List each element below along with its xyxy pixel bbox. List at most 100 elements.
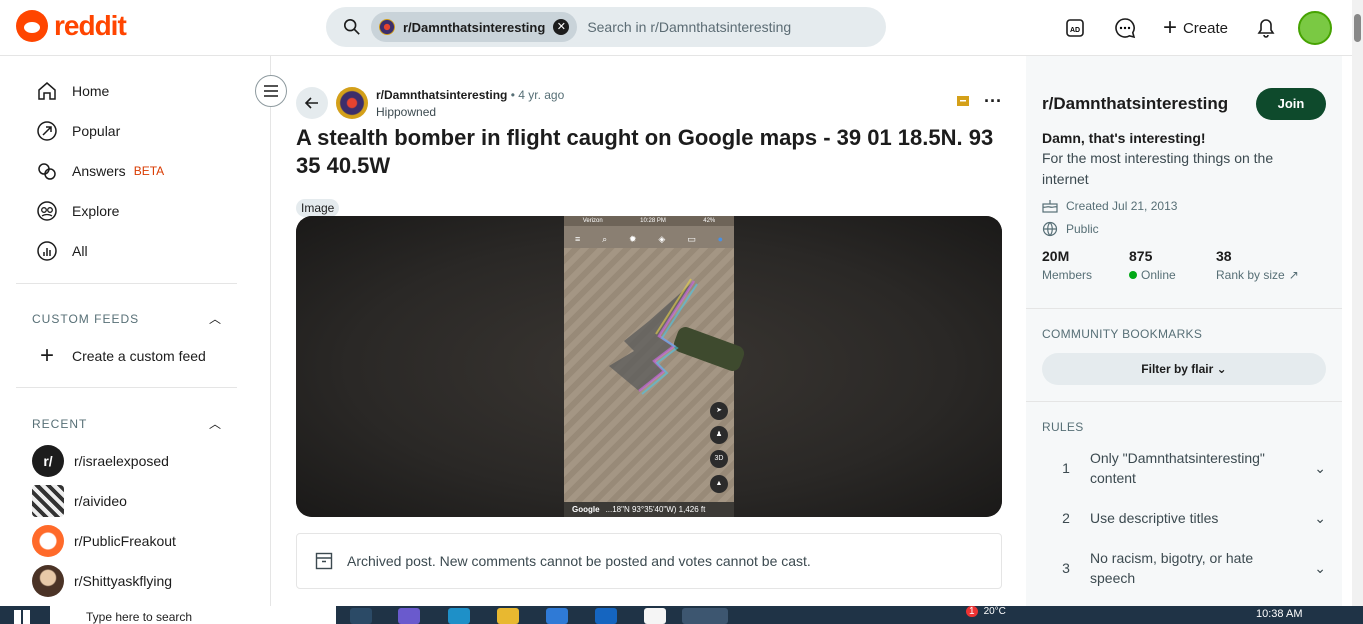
recent-item-israelexposed[interactable]: r/ r/israelexposed: [32, 445, 169, 477]
sidebar-item-label: Home: [72, 83, 110, 99]
recent-item-label: r/Shittyaskflying: [74, 573, 173, 589]
chevron-down-icon: ⌄: [1216, 362, 1227, 376]
stat-rank[interactable]: 38 Rank by size ↗: [1216, 248, 1303, 282]
post-image[interactable]: Verizon 10:28 PM 42% ≡ ⌕ ✹ ◈ ▭ ● ➤ ♟ 3D …: [296, 216, 1002, 517]
compass-icon: ▲: [710, 475, 728, 493]
recent-item-publicfreakout[interactable]: r/PublicFreakout: [32, 525, 176, 557]
filter-by-flair-button[interactable]: Filter by flair ⌄: [1042, 353, 1326, 385]
create-feed-label: Create a custom feed: [72, 348, 206, 364]
page-scrollbar[interactable]: [1352, 0, 1363, 606]
community-stats: 20M Members 875 Online 38 Rank by size ↗: [1042, 248, 1303, 282]
outlook-icon[interactable]: [595, 608, 617, 624]
collapse-sidebar-button[interactable]: [255, 75, 287, 107]
google-brand: Google: [572, 505, 600, 514]
task-view-icon[interactable]: [350, 608, 372, 624]
subreddit-avatar: [32, 525, 64, 557]
windows-start-icon[interactable]: [14, 610, 30, 624]
weather-badge[interactable]: 1 20°C: [966, 606, 1006, 617]
search-bar[interactable]: r/Damnthatsinteresting ✕ Search in r/Dam…: [326, 7, 886, 47]
taskbar-search[interactable]: Type here to search: [50, 606, 336, 624]
sidebar-item-label: Popular: [72, 123, 121, 139]
edge-icon[interactable]: [448, 608, 470, 624]
stat-label: Members: [1042, 268, 1093, 282]
all-icon: [37, 241, 57, 261]
stat-label-row: Rank by size ↗: [1216, 268, 1303, 282]
file-explorer-icon[interactable]: [497, 608, 519, 624]
clear-scope-icon[interactable]: ✕: [553, 19, 570, 35]
section-title: RECENT: [32, 416, 88, 431]
visibility-label: Public: [1066, 222, 1099, 236]
rule-item[interactable]: 2 Use descriptive titles ⌄: [1042, 508, 1326, 528]
back-button[interactable]: [296, 87, 328, 119]
community-sidebar: r/Damnthatsinteresting Join Damn, that's…: [1026, 56, 1342, 606]
recent-item-shittyaskflying[interactable]: r/Shittyaskflying: [32, 565, 172, 597]
status-time: 10:28 PM: [640, 218, 666, 224]
sidebar-item-home[interactable]: Home: [16, 71, 237, 111]
3d-button: 3D: [710, 450, 728, 468]
rule-item[interactable]: 3 No racism, bigotry, or hate speech ⌄: [1042, 548, 1326, 588]
rule-text: Only "Damnthatsinteresting" content: [1090, 450, 1265, 486]
globe-icon: [1042, 221, 1058, 237]
community-name[interactable]: r/Damnthatsinteresting: [1042, 94, 1228, 114]
store-icon[interactable]: [546, 608, 568, 624]
recent-header[interactable]: RECENT ︿: [32, 415, 222, 432]
chrome-icon[interactable]: [682, 608, 728, 624]
reddit-logo[interactable]: reddit: [16, 10, 127, 42]
sidebar-item-label: All: [72, 243, 88, 259]
notifications-bell-icon[interactable]: [1248, 10, 1284, 46]
post-time: • 4 yr. ago: [510, 88, 565, 102]
visibility: Public: [1042, 221, 1099, 237]
temperature: 20°C: [983, 606, 1006, 617]
rule-number: 3: [1062, 560, 1070, 576]
create-custom-feed-button[interactable]: + Create a custom feed: [16, 336, 237, 376]
custom-feeds-header[interactable]: CUSTOM FEEDS ︿: [32, 310, 222, 327]
layers-icon: ◈: [658, 233, 666, 244]
coords-readout: ...18"N 93°35'40"W) 1,426 ft: [605, 505, 706, 514]
cake-icon: [1042, 200, 1058, 213]
app-icon[interactable]: [644, 608, 666, 624]
chat-icon[interactable]: [1107, 10, 1143, 46]
scroll-thumb[interactable]: [1354, 14, 1361, 42]
search-icon: [343, 18, 360, 35]
divider: [16, 387, 237, 388]
logo-text: reddit: [54, 10, 127, 41]
chevron-down-icon: ⌄: [1314, 559, 1326, 576]
join-button[interactable]: Join: [1256, 88, 1326, 120]
sidebar-item-answers[interactable]: Answers BETA: [16, 151, 237, 191]
more-options-icon[interactable]: ···: [984, 92, 1002, 110]
recent-item-label: r/israelexposed: [74, 453, 169, 469]
location-arrow-icon: ➤: [710, 402, 728, 420]
create-post-button[interactable]: + Create: [1157, 10, 1234, 46]
user-avatar[interactable]: [1298, 11, 1332, 45]
subreddit-avatar[interactable]: [336, 87, 368, 119]
rule-text: No racism, bigotry, or hate speech: [1090, 550, 1254, 586]
plus-icon: +: [1162, 14, 1177, 41]
arrow-left-icon: [304, 97, 318, 109]
search-icon: ⌕: [602, 233, 608, 244]
phone-status-bar: Verizon 10:28 PM 42%: [564, 216, 734, 226]
sidebar-item-all[interactable]: All: [16, 231, 237, 271]
archived-text: Archived post. New comments cannot be po…: [347, 553, 811, 569]
subreddit-avatar: [32, 565, 64, 597]
stat-label-row: Online: [1129, 268, 1216, 282]
left-sidebar: Home Popular Answers BETA Explore All CU…: [0, 56, 271, 606]
subreddit-link[interactable]: r/Damnthatsinteresting: [376, 88, 507, 102]
advertise-icon[interactable]: AD: [1057, 10, 1093, 46]
copilot-icon[interactable]: [398, 608, 420, 624]
taskbar-clock[interactable]: 10:38 AM: [1256, 608, 1302, 620]
subreddit-avatar: r/: [32, 445, 64, 477]
sidebar-item-popular[interactable]: Popular: [16, 111, 237, 151]
create-label: Create: [1182, 19, 1228, 37]
sidebar-item-explore[interactable]: Explore: [16, 191, 237, 231]
search-input[interactable]: Search in r/Damnthatsinteresting: [587, 19, 791, 35]
rule-text: Use descriptive titles: [1090, 510, 1219, 526]
post-author[interactable]: Hippowned: [376, 105, 436, 119]
rule-number: 2: [1062, 510, 1070, 526]
rule-item[interactable]: 1 Only "Damnthatsinteresting" content ⌄: [1042, 448, 1326, 488]
filter-label: Filter by flair: [1141, 362, 1214, 376]
post-flair[interactable]: Image: [296, 199, 340, 217]
recent-item-aivideo[interactable]: r/aivideo: [32, 485, 127, 517]
chevron-up-icon: ︿: [208, 312, 222, 326]
status-battery: 42%: [703, 218, 716, 224]
status-carrier: Verizon: [582, 218, 603, 224]
